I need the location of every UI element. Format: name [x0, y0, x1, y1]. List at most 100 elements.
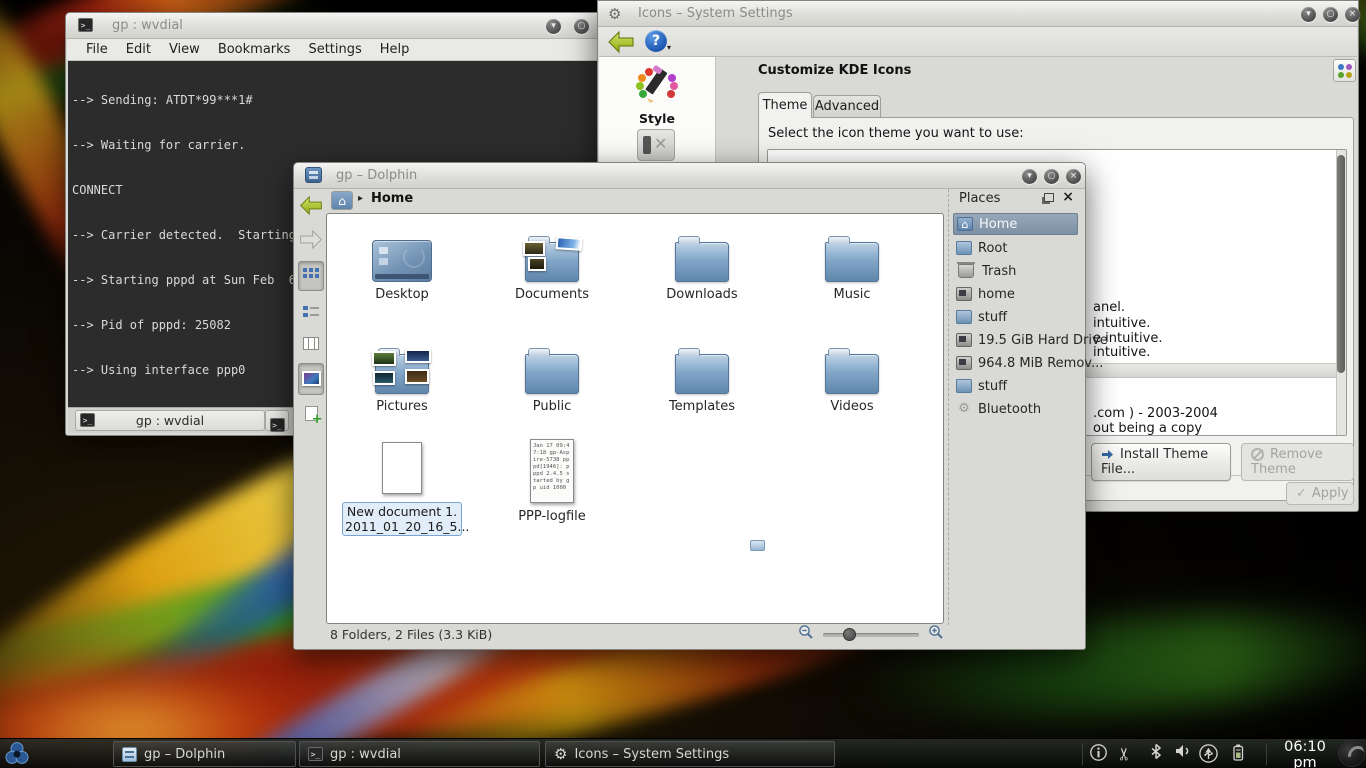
system-settings-toolbar: ? ▾ — [599, 27, 1357, 57]
folder-item-templates[interactable]: Templates — [632, 336, 772, 414]
zoom-slider[interactable] — [823, 633, 919, 637]
forward-button[interactable] — [298, 229, 324, 255]
apply-check-icon: ✓ — [1296, 486, 1307, 501]
system-settings-titlebar[interactable]: ⚙ Icons – System Settings ▾ ○ × — [598, 1, 1358, 27]
application-appearance-icon[interactable]: ✕ — [637, 129, 675, 161]
tab-advanced[interactable]: Advanced — [813, 95, 881, 118]
remove-theme-button[interactable]: Remove Theme — [1241, 443, 1354, 481]
new-tab-button[interactable]: >_ — [265, 410, 289, 431]
back-button[interactable] — [298, 195, 324, 221]
maximize-button[interactable]: ○ — [1323, 7, 1338, 22]
style-pencil-icon — [635, 65, 679, 105]
menu-settings[interactable]: Settings — [299, 42, 370, 57]
folder-item-desktop[interactable]: Desktop — [332, 224, 472, 302]
desktop-folder-icon — [372, 240, 432, 282]
folder-icon — [825, 242, 879, 282]
folder-item-public[interactable]: Public — [482, 336, 622, 414]
terminal-icon: >_ — [80, 413, 95, 427]
panel-cashew-icon[interactable] — [1338, 740, 1365, 767]
konsole-tab[interactable]: >_ gp : wvdial — [75, 410, 265, 431]
theme-list-text-fragment: anel. — [1093, 300, 1125, 315]
taskbar-task-system-settings[interactable]: ⚙ Icons – System Settings — [545, 741, 835, 767]
folder-item-music[interactable]: Music — [782, 224, 922, 302]
bluetooth-icon[interactable] — [1144, 743, 1168, 765]
close-button[interactable]: × — [1345, 7, 1360, 22]
chevron-down-icon[interactable]: ▾ — [667, 43, 671, 52]
konsole-titlebar[interactable]: >_ gp : wvdial ▾ ○ × — [66, 13, 604, 39]
file-item-ppp-logfile[interactable]: Jan 17 09:47:18 gp-Aspire-5738 pppd[1946… — [482, 436, 622, 556]
folder-label: Public — [482, 399, 622, 414]
preview-toggle-button[interactable] — [298, 363, 324, 395]
file-view[interactable]: Desktop Documents Downloads Music — [326, 213, 944, 624]
apply-button[interactable]: ✓Apply — [1286, 482, 1354, 505]
pictures-folder-icon — [375, 354, 429, 394]
zoom-slider-handle[interactable] — [843, 628, 856, 641]
help-button[interactable]: ? — [645, 30, 667, 52]
menu-view[interactable]: View — [160, 42, 209, 57]
folder-item-videos[interactable]: Videos — [782, 336, 922, 414]
minimize-button[interactable]: ▾ — [1022, 169, 1037, 184]
clock-time: 06:10 pm — [1272, 740, 1338, 768]
folder-label: Documents — [482, 287, 622, 302]
maximize-button[interactable]: ○ — [1044, 169, 1059, 184]
places-item-home[interactable]: ⌂ Home — [953, 213, 1078, 235]
bluetooth-icon: ⚙ — [956, 402, 972, 416]
places-item-root[interactable]: Root — [953, 237, 1078, 259]
documents-folder-icon — [525, 242, 579, 282]
float-panel-icon[interactable] — [1044, 193, 1054, 202]
icons-view-button[interactable] — [298, 261, 324, 291]
dolphin-titlebar[interactable]: gp – Dolphin ▾ ○ × — [294, 163, 1085, 189]
close-button[interactable]: × — [1066, 169, 1081, 184]
home-icon[interactable]: ⌂ — [331, 191, 353, 210]
konsole-window-title: gp : wvdial — [112, 18, 183, 33]
install-theme-button[interactable]: Install Theme File... — [1091, 443, 1231, 481]
menu-file[interactable]: File — [77, 42, 117, 57]
scrollbar[interactable] — [1336, 150, 1346, 435]
battery-icon[interactable] — [1226, 743, 1250, 765]
folder-item-documents[interactable]: Documents — [482, 224, 622, 302]
columns-view-button[interactable] — [298, 331, 324, 357]
zoom-out-icon[interactable] — [798, 624, 814, 643]
status-text: 8 Folders, 2 Files (3.3 KiB) — [330, 627, 492, 642]
taskbar-task-konsole[interactable]: >_ gp : wvdial — [299, 741, 540, 767]
taskbar-task-dolphin[interactable]: gp – Dolphin — [113, 741, 296, 767]
folder-item-pictures[interactable]: Pictures — [332, 336, 472, 414]
places-item-hard-drive[interactable]: 19.5 GiB Hard Drive — [953, 329, 1078, 351]
usb-device-icon[interactable] — [1196, 743, 1220, 765]
terminal-line: --> Waiting for carrier. — [72, 138, 598, 153]
sidebar-item-style[interactable]: Style — [603, 61, 711, 126]
details-view-button[interactable] — [298, 299, 324, 325]
minimize-button[interactable]: ▾ — [1301, 7, 1316, 22]
volume-icon[interactable] — [1170, 743, 1194, 765]
overview-grid-icon[interactable] — [1333, 59, 1356, 82]
places-item-stuff-2[interactable]: stuff — [953, 375, 1078, 397]
breadcrumb-home[interactable]: Home — [371, 191, 413, 206]
dolphin-app-icon — [305, 167, 322, 183]
file-item-new-document[interactable]: New document 1. 2011_01_20_16_5... — [332, 436, 472, 556]
terminal-line: --> Sending: ATDT*99***1# — [72, 93, 598, 108]
split-view-button[interactable] — [298, 401, 324, 427]
places-item-stuff[interactable]: stuff — [953, 306, 1078, 328]
places-item-trash[interactable]: Trash — [953, 260, 1078, 282]
places-item-removable[interactable]: 964.8 MiB Remov... — [953, 352, 1078, 374]
menu-bookmarks[interactable]: Bookmarks — [209, 42, 300, 57]
minimize-button[interactable]: ▾ — [546, 19, 561, 34]
back-button[interactable] — [607, 30, 635, 58]
dolphin-statusbar: 8 Folders, 2 Files (3.3 KiB) — [298, 624, 1081, 646]
folder-item-downloads[interactable]: Downloads — [632, 224, 772, 302]
taskbar-clock[interactable]: 06:10 pm Sun, 6 Feb — [1272, 740, 1338, 768]
tab-theme[interactable]: Theme — [758, 92, 812, 118]
places-item-bluetooth[interactable]: ⚙ Bluetooth — [953, 398, 1078, 420]
maximize-button[interactable]: ○ — [574, 19, 589, 34]
info-icon[interactable] — [1086, 743, 1110, 765]
scrollbar-thumb[interactable] — [1337, 155, 1345, 373]
zoom-in-icon[interactable] — [928, 624, 944, 643]
folder-label: Music — [782, 287, 922, 302]
places-item-home-partition[interactable]: home — [953, 283, 1078, 305]
close-panel-icon[interactable]: × — [1062, 189, 1074, 205]
klipper-scissors-icon[interactable]: ✂ — [1115, 742, 1137, 766]
menu-edit[interactable]: Edit — [117, 42, 160, 57]
back-arrow-icon — [299, 195, 323, 216]
menu-help[interactable]: Help — [371, 42, 419, 57]
launcher-icon[interactable] — [3, 740, 31, 768]
